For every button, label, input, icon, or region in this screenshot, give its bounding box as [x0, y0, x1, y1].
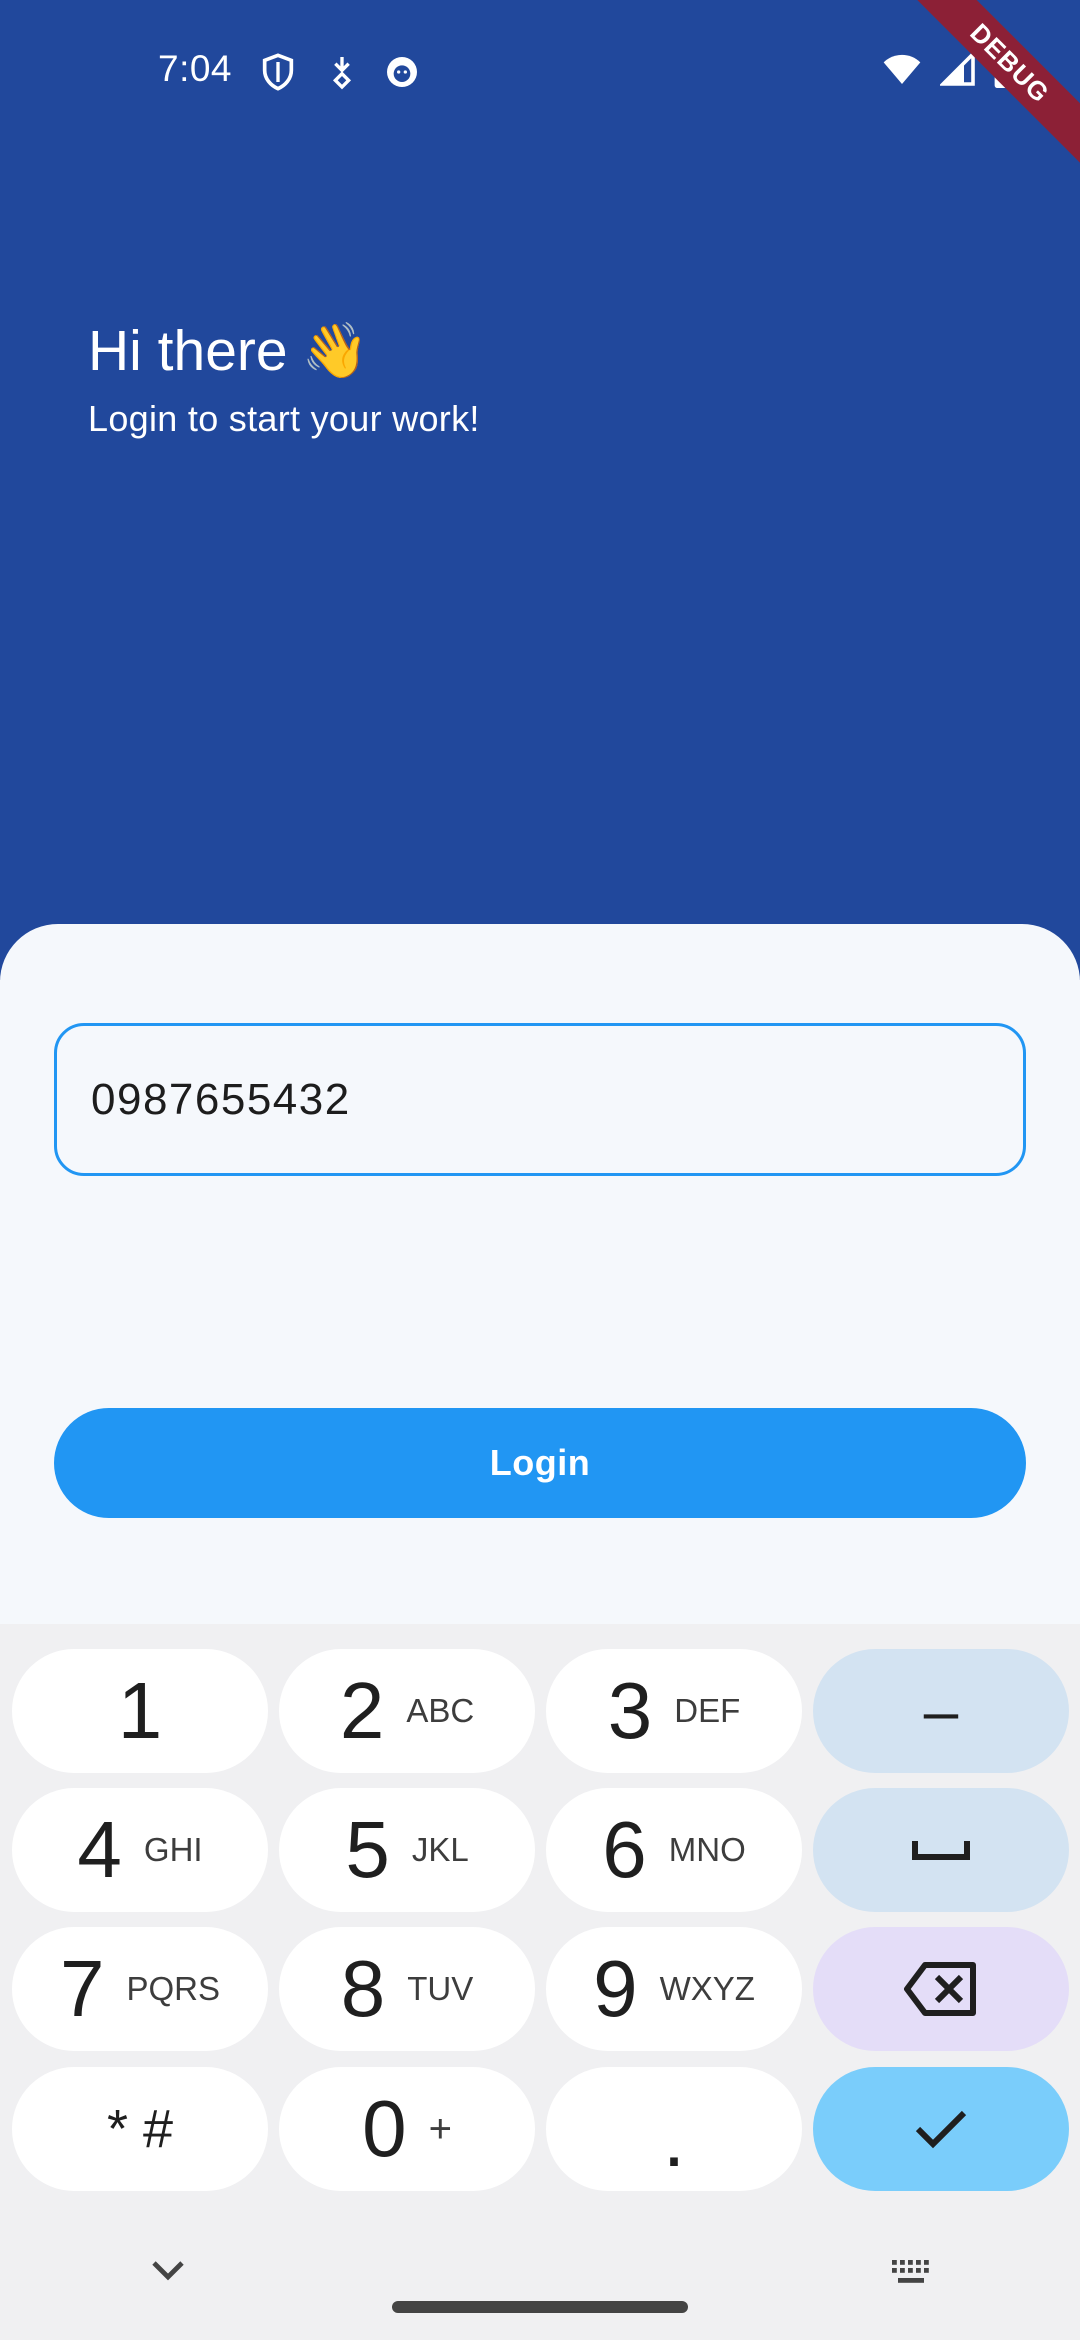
key-1[interactable]: 1	[12, 1649, 268, 1773]
key-8[interactable]: 8 TUV	[279, 1927, 535, 2051]
key-7[interactable]: 7 PQRS	[12, 1927, 268, 2051]
status-time: 7:04	[158, 48, 233, 89]
greeting-text: Hi there	[88, 319, 288, 383]
download-icon	[332, 57, 352, 90]
key-star-hash[interactable]: * #	[12, 2067, 268, 2191]
numeric-keyboard: 1 2 ABC 3 DEF – 4 GHI 5 JKL 6 MNO 7 PQRS…	[0, 1624, 1080, 2340]
key-space[interactable]	[813, 1788, 1069, 1912]
key-9[interactable]: 9 WXYZ	[546, 1927, 802, 2051]
key-dot[interactable]: .	[546, 2067, 802, 2191]
home-indicator[interactable]	[392, 2301, 688, 2313]
wifi-icon	[883, 54, 921, 84]
keyboard-icon[interactable]	[890, 2258, 934, 2288]
shield-icon	[262, 53, 294, 91]
status-right	[882, 50, 1016, 88]
phone-input[interactable]: 0987655432	[54, 1023, 1026, 1176]
backspace-icon	[904, 1962, 976, 2016]
chevron-down-icon[interactable]	[148, 2255, 188, 2285]
login-button-label: Login	[489, 1442, 591, 1483]
key-dash[interactable]: –	[813, 1649, 1069, 1773]
space-icon	[912, 1841, 970, 1860]
phone-input-value: 0987655432	[91, 1074, 351, 1124]
key-4[interactable]: 4 GHI	[12, 1788, 268, 1912]
header-background	[0, 0, 1080, 980]
key-0[interactable]: 0 +	[279, 2067, 535, 2191]
key-3[interactable]: 3 DEF	[546, 1649, 802, 1773]
login-button[interactable]: Login	[54, 1408, 1026, 1518]
key-5[interactable]: 5 JKL	[279, 1788, 535, 1912]
key-6[interactable]: 6 MNO	[546, 1788, 802, 1912]
subtitle: Login to start your work!	[88, 398, 480, 439]
waving-hand-icon: 👋	[301, 320, 369, 381]
checkmark-icon	[915, 2110, 967, 2149]
key-2[interactable]: 2 ABC	[279, 1649, 535, 1773]
greeting: Hi there 👋	[88, 318, 369, 384]
battery-icon	[994, 50, 1016, 88]
key-done[interactable]	[813, 2067, 1069, 2191]
notification-app-icon	[387, 57, 417, 87]
key-backspace[interactable]	[813, 1927, 1069, 2051]
dash-icon: –	[923, 1676, 959, 1746]
status-bar: 7:04	[0, 0, 1080, 140]
signal-icon	[940, 51, 975, 86]
